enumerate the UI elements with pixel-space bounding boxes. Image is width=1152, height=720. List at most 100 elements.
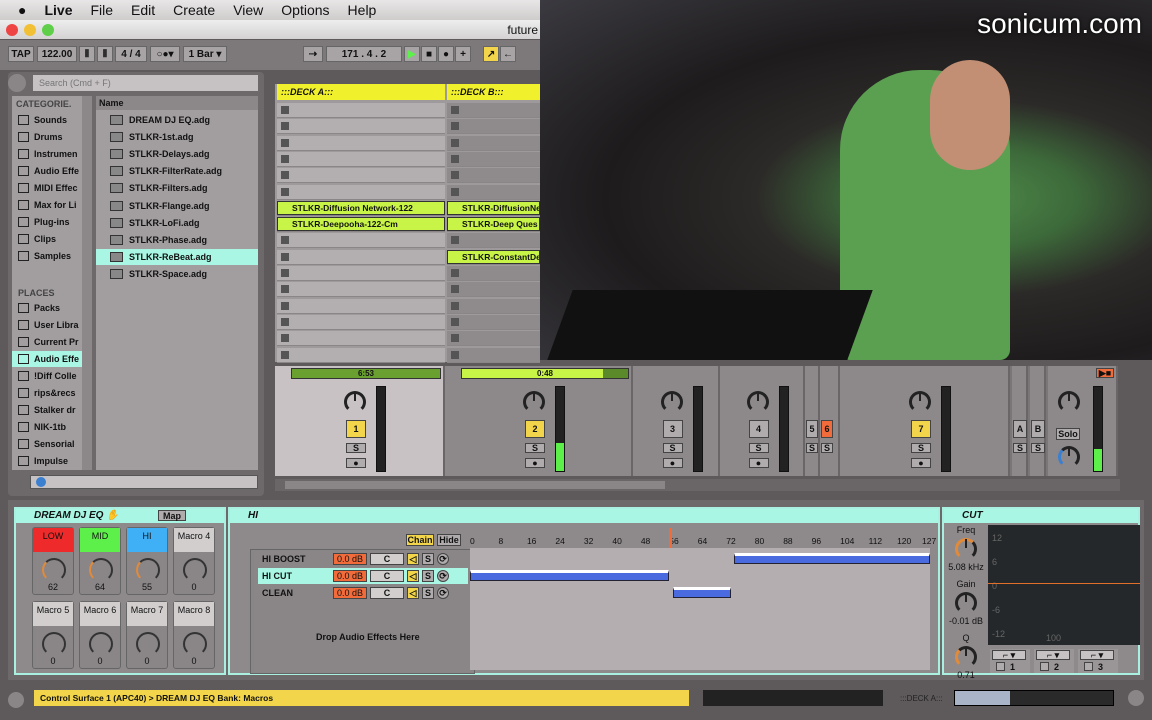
clip-stop-button[interactable] <box>451 154 459 163</box>
clip-slot[interactable] <box>447 184 540 200</box>
solo-button[interactable]: S <box>1013 443 1027 453</box>
chain-row[interactable]: HI CUT 0.0 dB C ◁ S ⟳ <box>258 568 468 584</box>
file-list-item[interactable]: STLKR-Space.adg <box>96 266 258 282</box>
file-list-item[interactable]: STLKR-Flange.adg <box>96 198 258 214</box>
chain-volume[interactable]: 0.0 dB <box>333 570 367 582</box>
file-list-item[interactable]: STLKR-Delays.adg <box>96 146 258 162</box>
chain-volume[interactable]: 0.0 dB <box>333 553 367 565</box>
file-list-item[interactable]: STLKR-ReBeat.adg <box>96 248 258 265</box>
chain-activator-icon[interactable]: ◁ <box>407 570 419 582</box>
clip-slot[interactable] <box>277 151 445 167</box>
clip-slot[interactable] <box>277 103 445 118</box>
pan-knob[interactable] <box>746 391 769 413</box>
clip[interactable]: STLKR-Deepooha-122-Cm <box>277 217 445 232</box>
overview-thumbnail[interactable] <box>954 690 1114 706</box>
chain-hotswap-icon[interactable]: ⟳ <box>437 553 449 565</box>
sidebar-item-category[interactable]: Samples <box>12 248 82 264</box>
menu-file[interactable]: File <box>90 2 113 18</box>
pan-knob[interactable] <box>523 391 545 413</box>
solo-button[interactable]: S <box>525 443 545 453</box>
chain-pan[interactable]: C <box>370 570 404 582</box>
hide-button[interactable]: Hide <box>437 534 461 546</box>
clip-stop-button[interactable] <box>451 171 459 180</box>
clip-stop-button[interactable] <box>281 269 289 277</box>
clip[interactable]: STLKR-Diffusion Network-122 <box>277 200 445 215</box>
clip-stop-button[interactable] <box>451 269 459 277</box>
return-track-button[interactable]: B <box>1031 420 1045 438</box>
key-zone-bar[interactable] <box>470 570 670 581</box>
clip-slot[interactable] <box>277 119 445 135</box>
sidebar-item-category[interactable]: Instrumen <box>12 146 82 162</box>
clip-slot[interactable] <box>277 249 445 265</box>
file-list-item[interactable]: STLKR-FilterRate.adg <box>96 163 258 179</box>
info-toggle-icon[interactable] <box>8 692 24 708</box>
stop-all-clips-button[interactable]: ▶■ <box>1096 368 1114 378</box>
menu-live[interactable]: Live <box>44 2 72 18</box>
track-activator-button[interactable]: 6 <box>821 420 833 438</box>
clip-stop-button[interactable] <box>451 236 459 245</box>
chain-selector-marker[interactable] <box>669 528 673 548</box>
tempo-field[interactable]: 122.00 <box>37 46 77 62</box>
key-zone-bar[interactable] <box>734 553 930 564</box>
close-button[interactable] <box>6 23 18 36</box>
chain-solo-button[interactable]: S <box>422 587 434 599</box>
clip-slot[interactable] <box>277 184 445 200</box>
tap-button[interactable]: TAP <box>8 46 34 62</box>
master-volume-knob[interactable] <box>1058 391 1080 413</box>
arm-button[interactable]: ● <box>525 458 545 468</box>
track-header-deck[interactable]: :::DECK A::: <box>277 84 445 100</box>
band-toggle-checkbox[interactable] <box>1040 662 1049 671</box>
clip-slot[interactable] <box>447 135 540 151</box>
chain-activator-icon[interactable]: ◁ <box>407 553 419 565</box>
return-track-button[interactable]: A <box>1013 420 1027 438</box>
clip-stop-button[interactable] <box>281 187 289 196</box>
arm-button[interactable]: ● <box>346 458 366 468</box>
macro-knob-6[interactable]: Macro 6 0 <box>79 601 121 669</box>
pan-knob[interactable] <box>909 391 931 413</box>
macro-knob-1[interactable]: LOW 62 <box>32 527 74 595</box>
key-zone-bar[interactable] <box>672 587 731 598</box>
sidebar-item-category[interactable]: Plug-ins <box>12 214 82 230</box>
solo-button[interactable]: S <box>662 443 683 453</box>
solo-button[interactable]: S <box>748 443 769 453</box>
clip-stop-button[interactable] <box>451 350 459 359</box>
macro-knob-2[interactable]: MID 64 <box>79 527 121 595</box>
menu-create[interactable]: Create <box>173 2 215 18</box>
clip-stop-button[interactable] <box>281 138 289 147</box>
apple-icon[interactable]: ● <box>18 2 26 18</box>
chain-row[interactable]: HI BOOST 0.0 dB C ◁ S ⟳ <box>258 551 468 567</box>
clip-slot[interactable] <box>277 282 445 298</box>
master-solo-button[interactable]: Solo <box>1056 428 1080 440</box>
file-list-item[interactable]: STLKR-Filters.adg <box>96 180 258 196</box>
clip-stop-button[interactable] <box>451 317 459 326</box>
record-button[interactable]: ● <box>438 46 454 62</box>
clip-stop-button[interactable] <box>451 187 459 196</box>
arm-button[interactable]: ● <box>911 458 931 468</box>
sidebar-item-place[interactable]: Impulse <box>12 453 82 469</box>
chain-button[interactable]: Chain <box>406 534 434 546</box>
eq-band-2[interactable]: ⌐ ▾ 2 <box>1034 649 1074 673</box>
file-list-item[interactable]: STLKR-Phase.adg <box>96 232 258 248</box>
chain-pan[interactable]: C <box>370 553 404 565</box>
clip-slot[interactable] <box>447 233 540 249</box>
clip-stop-button[interactable] <box>451 285 459 294</box>
clip-slot[interactable] <box>447 298 540 314</box>
clip-stop-button[interactable] <box>281 106 289 114</box>
clip-stop-button[interactable] <box>281 236 289 245</box>
expand-icon[interactable] <box>1128 690 1144 706</box>
filter-type-dropdown[interactable]: ⌐ ▾ <box>1036 650 1070 660</box>
follow-button[interactable]: ⇢ <box>303 46 323 62</box>
clip-stop-button[interactable] <box>281 285 289 294</box>
sidebar-item-place[interactable]: rips&recs <box>12 385 82 401</box>
chain-solo-button[interactable]: S <box>422 553 434 565</box>
clip-stop-button[interactable] <box>281 122 289 131</box>
sidebar-item-category[interactable]: Sounds <box>12 112 82 128</box>
track-activator-button[interactable]: 1 <box>346 420 366 438</box>
browser-search-input[interactable] <box>33 75 258 91</box>
clip-slot[interactable] <box>277 233 445 249</box>
clip-slot[interactable] <box>447 314 540 330</box>
sidebar-item-place[interactable]: Packs <box>12 300 82 316</box>
sidebar-item-category[interactable]: Clips <box>12 231 82 247</box>
solo-button[interactable]: S <box>1031 443 1045 453</box>
nudge-up-button[interactable]: ⦀ <box>97 46 113 62</box>
